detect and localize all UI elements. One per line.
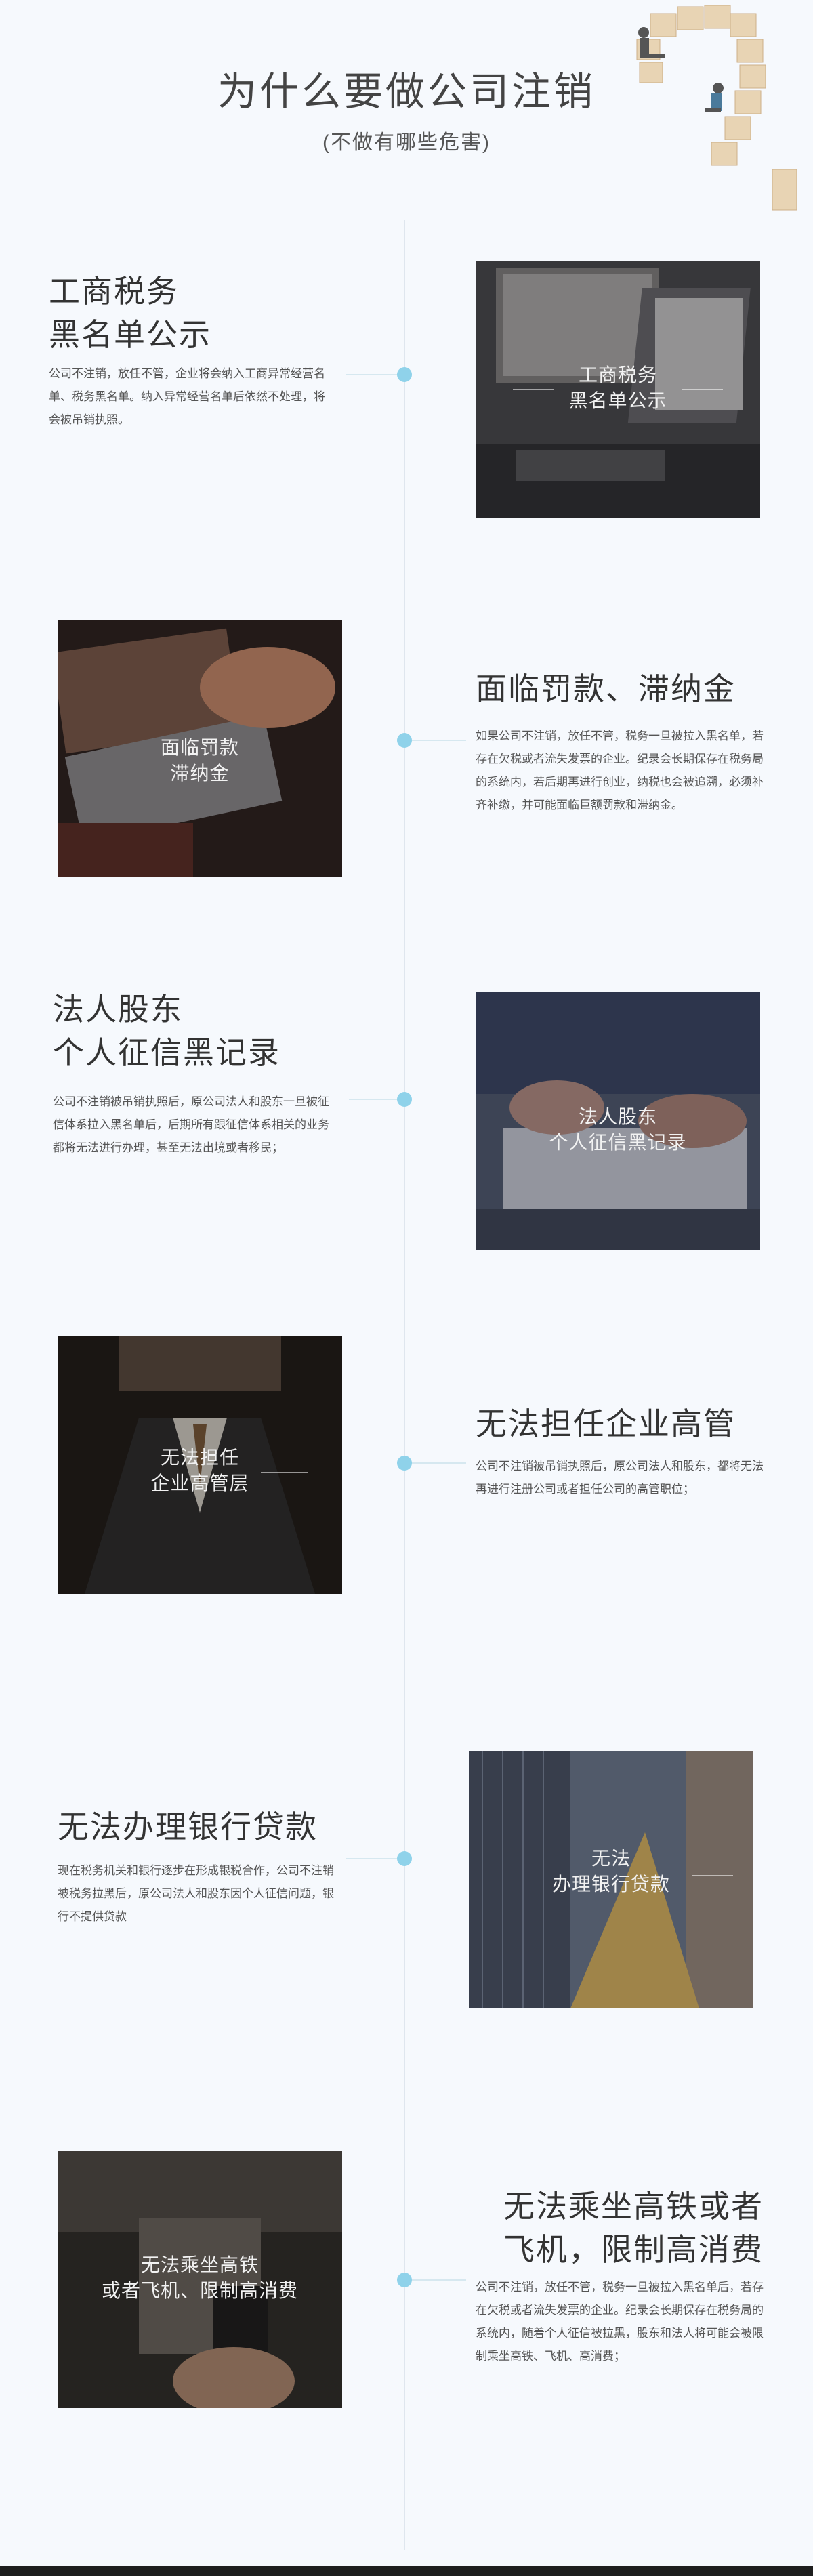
section-heading: 无法担任企业高管 bbox=[476, 1406, 736, 1441]
section-body: 公司不注销被吊销执照后，原公司法人和股东，都将无法再进行注册公司或者担任公司的高… bbox=[476, 1460, 764, 1496]
photo-caption: 法人股东 个人征信黑记录 bbox=[549, 1106, 687, 1153]
caption-rule bbox=[692, 1875, 733, 1876]
photo-caption: 无法乘坐高铁 或者飞机、限制高消费 bbox=[101, 2254, 298, 2301]
section-heading: 面临罚款、滞纳金 bbox=[476, 671, 736, 706]
caption-rule bbox=[682, 389, 723, 390]
section-heading: 无法乘坐高铁或者 飞机，限制高消费 bbox=[503, 2189, 764, 2267]
timeline-dot bbox=[397, 1092, 412, 1107]
footer-bar bbox=[0, 2566, 813, 2576]
section-photo-cards: 面临罚款 滞纳金 bbox=[58, 620, 342, 877]
section-body: 公司不注销被吊销执照后，原公司法人和股东一旦被征信体系拉入黑名单后，后期所有跟征… bbox=[53, 1095, 329, 1154]
timeline-line bbox=[404, 220, 405, 2550]
timeline-connector bbox=[346, 1858, 398, 1859]
timeline-connector bbox=[412, 2279, 466, 2281]
section-body: 现在税务机关和银行逐步在形成银税合作，公司不注销被税务拉黑后，原公司法人和股东因… bbox=[58, 1864, 334, 1923]
section-body: 公司不注销，放任不管，税务一旦被拉入黑名单后，若存在欠税或者流失发票的企业。纪录… bbox=[476, 2281, 764, 2363]
caption-rule bbox=[513, 389, 554, 390]
timeline-dot bbox=[397, 1851, 412, 1866]
section-photo-signing: 法人股东 个人征信黑记录 bbox=[476, 992, 760, 1250]
page-subtitle: (不做有哪些危害) bbox=[322, 131, 491, 154]
timeline-dot bbox=[397, 1456, 412, 1471]
timeline-connector bbox=[412, 1462, 466, 1464]
section-photo-buildings: 无法 办理银行贷款 bbox=[469, 1751, 753, 2008]
timeline-dot bbox=[397, 2273, 412, 2287]
timeline-dot bbox=[397, 733, 412, 748]
photo-caption: 面临罚款 滞纳金 bbox=[160, 737, 239, 784]
section-photo-office: 工商税务 黑名单公示 bbox=[476, 261, 760, 518]
section-heading: 工商税务 黑名单公示 bbox=[49, 274, 211, 352]
section-body: 公司不注销，放任不管，企业将会纳入工商异常经营名单、税务黑名单。纳入异常经营名单… bbox=[49, 367, 325, 426]
timeline-connector bbox=[412, 740, 466, 741]
photo-caption: 无法担任 企业高管层 bbox=[150, 1447, 249, 1494]
section-photo-transit: 无法乘坐高铁 或者飞机、限制高消费 bbox=[58, 2151, 342, 2408]
photo-caption: 工商税务 黑名单公示 bbox=[568, 364, 667, 411]
section-body: 如果公司不注销，放任不管，税务一旦被拉入黑名单，若存在欠税或者流失发票的企业。纪… bbox=[476, 730, 764, 811]
photo-caption: 无法 办理银行贷款 bbox=[551, 1848, 670, 1895]
section-photo-executive: 无法担任 企业高管层 bbox=[58, 1336, 342, 1594]
timeline-connector bbox=[346, 374, 398, 375]
page-title: 为什么要做公司注销 bbox=[217, 70, 596, 114]
caption-rule bbox=[261, 1472, 308, 1473]
timeline-connector bbox=[349, 1099, 398, 1100]
section-heading: 无法办理银行贷款 bbox=[58, 1809, 318, 1844]
section-heading: 法人股东 个人征信黑记录 bbox=[53, 992, 280, 1070]
page: 为什么要做公司注销 (不做有哪些危害) 工商税务 黑名单公示 公司不注销，放任不… bbox=[0, 0, 813, 2576]
timeline-dot bbox=[397, 367, 412, 382]
